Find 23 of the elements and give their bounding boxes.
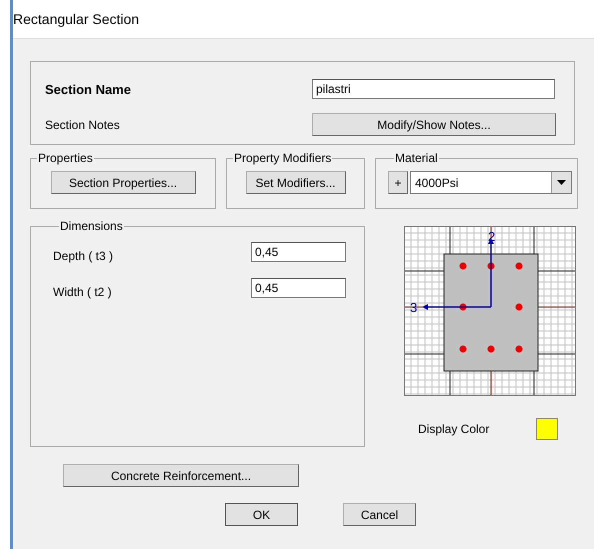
section-properties-button[interactable]: Section Properties...	[50, 171, 196, 194]
cancel-button[interactable]: Cancel	[343, 503, 416, 526]
dimension-label: Depth ( t3 )	[53, 249, 114, 263]
add-material-button[interactable]: +	[388, 171, 408, 194]
color-swatch[interactable]	[536, 418, 558, 440]
display-color-label: Display Color	[418, 422, 490, 436]
dropdown-arrow-icon	[557, 180, 566, 185]
section-name-field[interactable]: pilastri	[312, 79, 555, 99]
modify-notes-button[interactable]: Modify/Show Notes...	[312, 113, 556, 136]
ok-button[interactable]: OK	[225, 503, 298, 526]
window-title: Rectangular Section	[13, 11, 140, 27]
dimension-field[interactable]: 0,45	[251, 242, 346, 262]
section-notes-label: Section Notes	[45, 118, 121, 132]
section-name-label: Section Name	[45, 82, 132, 96]
dimension-label: Width ( t2 )	[53, 285, 113, 299]
dimension-field[interactable]: 0,45	[251, 278, 346, 298]
group-title: Property Modifiers	[233, 151, 332, 165]
group-title: Dimensions	[59, 219, 124, 233]
group-title: Properties	[37, 151, 94, 165]
set-modifiers-button[interactable]: Set Modifiers...	[246, 171, 346, 194]
group-title: Material	[394, 151, 439, 165]
material-dropdown[interactable]: 4000Psi	[410, 171, 572, 194]
concrete-reinforcement-button[interactable]: Concrete Reinforcement...	[63, 464, 299, 487]
